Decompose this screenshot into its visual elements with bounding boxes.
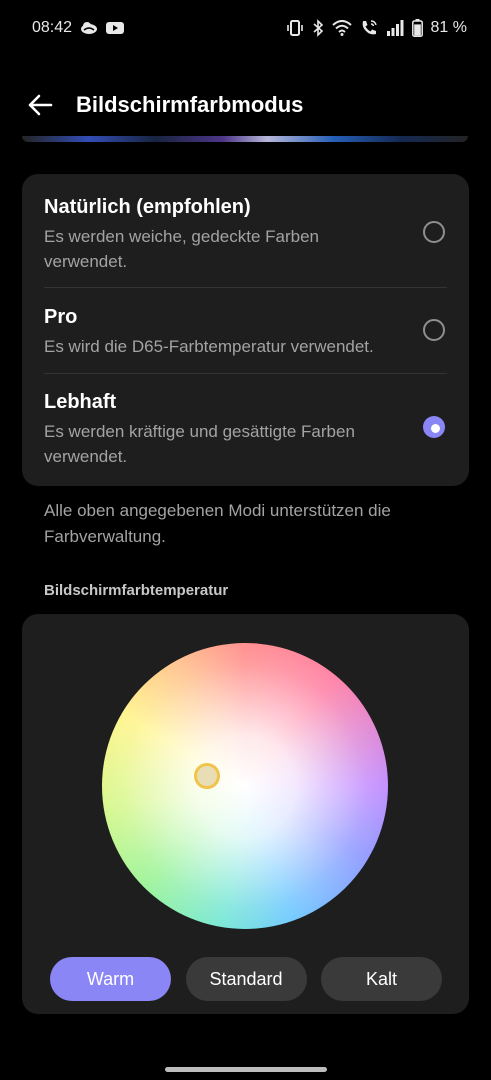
mode-title: Pro [44, 306, 78, 328]
mode-description: Es wird die D65-Farbtemperatur verwendet… [44, 337, 374, 356]
page-title: Bildschirmfarbmodus [76, 92, 304, 117]
vibrate-icon [286, 19, 304, 37]
youtube-icon [106, 19, 125, 37]
battery-percent: 81 % [430, 19, 467, 36]
mode-option-pro[interactable]: Pro Es wird die D65-Farbtemperatur verwe… [22, 304, 469, 359]
radio-pro[interactable] [423, 319, 445, 341]
color-mode-card: Natürlich (empfohlen) Es werden weiche, … [22, 174, 469, 486]
temperature-presets: Warm Standard Kalt [50, 957, 442, 1001]
wifi-icon [331, 19, 352, 37]
radio-natural[interactable] [423, 221, 445, 243]
mode-title: Lebhaft [44, 391, 117, 413]
color-wheel[interactable] [102, 643, 388, 929]
mode-option-natural[interactable]: Natürlich (empfohlen) Es werden weiche, … [22, 194, 469, 274]
clock: 08:42 [32, 19, 73, 36]
preset-warm-button[interactable]: Warm [50, 957, 171, 1001]
section-header-temperature: Bildschirmfarbtemperatur [44, 582, 229, 599]
preset-cold-button[interactable]: Kalt [321, 957, 442, 1001]
preview-image-strip [22, 136, 468, 142]
status-left: 08:42 [32, 19, 125, 37]
color-wheel-center-glow [102, 643, 388, 929]
radio-vivid[interactable] [423, 416, 445, 438]
back-button[interactable] [20, 85, 60, 125]
divider [44, 287, 447, 288]
mode-description: Es werden weiche, gedeckte Farben verwen… [44, 227, 319, 271]
arrow-left-icon [28, 94, 53, 116]
color-wheel-handle[interactable] [194, 763, 220, 789]
status-bar: 08:42 81 % [0, 0, 491, 56]
divider [44, 373, 447, 374]
app-bar: Bildschirmfarbmodus [0, 70, 491, 140]
color-temperature-card: Warm Standard Kalt [22, 614, 469, 1014]
mode-description: Es werden kräftige und gesättigte Farben… [44, 422, 355, 466]
home-indicator[interactable] [165, 1067, 327, 1072]
mode-title: Natürlich (empfohlen) [44, 196, 251, 218]
bluetooth-icon [312, 19, 324, 37]
wifi-call-icon [360, 19, 378, 37]
preset-standard-button[interactable]: Standard [185, 957, 307, 1001]
color-management-note: Alle oben angegebenen Modi unterstützen … [44, 501, 391, 546]
signal-icon [386, 19, 404, 37]
cloud-icon [80, 19, 98, 37]
mode-option-vivid[interactable]: Lebhaft Es werden kräftige und gesättigt… [22, 389, 469, 469]
battery-icon [411, 19, 423, 37]
status-right: 81 % [286, 19, 467, 37]
